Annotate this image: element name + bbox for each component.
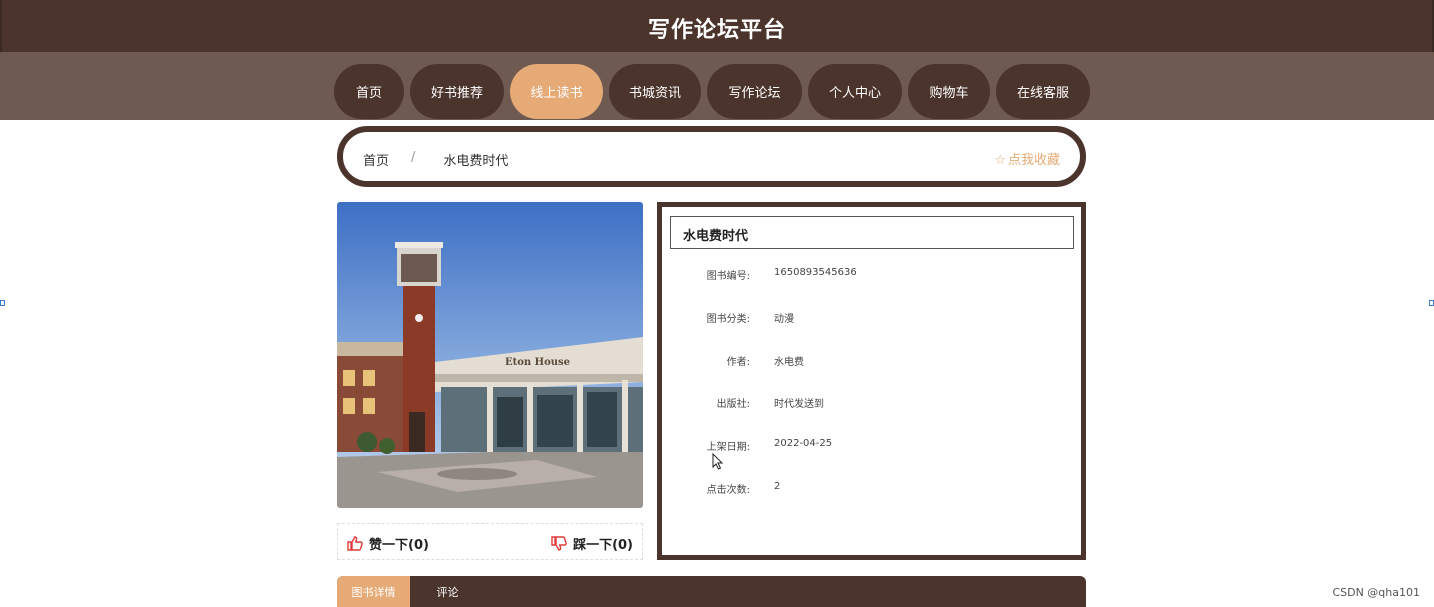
info-label: 出版社: <box>716 399 750 410</box>
nav-item-recommended-books[interactable]: 好书推荐 <box>410 64 504 119</box>
info-label: 作者: <box>726 357 750 368</box>
breadcrumb-separator: / <box>411 150 416 165</box>
info-value: 2022-04-25 <box>774 438 833 449</box>
nav-item-writing-forum[interactable]: 写作论坛 <box>707 64 802 119</box>
svg-text:Eton House: Eton House <box>505 357 570 368</box>
dislike-button[interactable]: 踩一下(0) <box>551 534 633 553</box>
favorite-button[interactable]: ☆ 点我收藏 <box>994 149 1060 168</box>
book-info-panel: 水电费时代 图书编号: 1650893545636 图书分类: 动漫 作者: 水… <box>657 202 1086 560</box>
main-nav: 首页 好书推荐 线上读书 书城资讯 写作论坛 个人中心 购物车 在线客服 <box>0 52 1434 120</box>
detail-tabs: 图书详情 评论 <box>337 576 1086 607</box>
info-value: 1650893545636 <box>774 267 857 278</box>
info-value: 水电费 <box>774 357 804 368</box>
like-label: 赞一下(0) <box>369 538 429 553</box>
nav-item-home[interactable]: 首页 <box>334 64 404 119</box>
resize-handle-right[interactable] <box>1429 300 1434 306</box>
breadcrumb-current: 水电费时代 <box>443 154 509 169</box>
nav-list: 首页 好书推荐 线上读书 书城资讯 写作论坛 个人中心 购物车 在线客服 <box>334 64 1090 119</box>
info-label: 图书编号: <box>706 271 750 282</box>
vote-box: 赞一下(0) 踩一下(0) <box>337 523 643 560</box>
site-title: 写作论坛平台 <box>647 18 786 43</box>
favorite-label: 点我收藏 <box>1007 153 1060 168</box>
tab-comments[interactable]: 评论 <box>410 576 485 607</box>
thumbs-up-icon <box>347 536 363 551</box>
info-value: 动漫 <box>774 314 794 325</box>
info-label: 点击次数: <box>706 485 750 496</box>
building-photo-icon: Eton House <box>337 202 643 508</box>
breadcrumb-bar: 首页 / 水电费时代 ☆ 点我收藏 <box>337 126 1086 187</box>
site-header: 写作论坛平台 <box>0 0 1434 52</box>
breadcrumb: 首页 / 水电费时代 <box>363 150 508 169</box>
nav-item-online-reading[interactable]: 线上读书 <box>510 64 603 119</box>
tab-book-details[interactable]: 图书详情 <box>337 576 410 607</box>
info-label: 图书分类: <box>706 314 750 325</box>
star-icon: ☆ <box>994 153 1006 168</box>
nav-item-personal-center[interactable]: 个人中心 <box>808 64 902 119</box>
info-label: 上架日期: <box>706 442 750 453</box>
watermark: CSDN @qha101 <box>1332 586 1420 599</box>
dislike-label: 踩一下(0) <box>573 538 633 553</box>
info-value: 时代发送到 <box>774 399 824 410</box>
book-title: 水电费时代 <box>670 216 1074 249</box>
book-cover-image: Eton House <box>337 202 643 508</box>
nav-item-shopping-cart[interactable]: 购物车 <box>908 64 990 119</box>
info-value: 2 <box>774 481 781 492</box>
thumbs-down-icon <box>551 536 567 551</box>
nav-item-bookstore-news[interactable]: 书城资讯 <box>609 64 701 119</box>
like-button[interactable]: 赞一下(0) <box>347 534 429 553</box>
breadcrumb-home-link[interactable]: 首页 <box>363 150 389 169</box>
mouse-cursor-icon <box>712 453 724 470</box>
resize-handle-left[interactable] <box>0 300 5 306</box>
nav-item-online-service[interactable]: 在线客服 <box>996 64 1090 119</box>
